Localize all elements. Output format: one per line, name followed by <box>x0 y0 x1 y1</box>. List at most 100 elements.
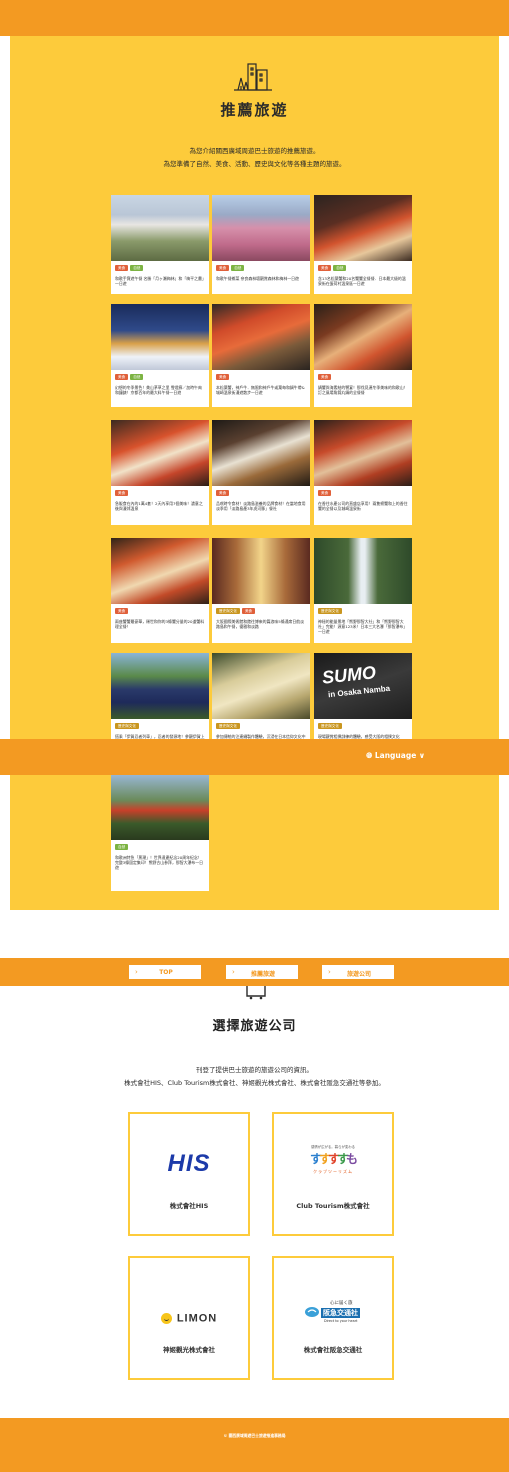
tour-description: 幻想的冬季景色！美山茅草之里 雪燈廊／加時午肉和鐘錶！京都百年的最大料午餐一日遊 <box>115 385 202 395</box>
kasumi-crab-photo <box>314 420 412 486</box>
tour-card[interactable]: 美食 自然含13名松葉蟹和20名蟹蟹全餐餐．日本最大級的溫泉街在蛋荷村溫泉區一日遊 <box>314 195 412 294</box>
tag-list: 歷史與文化 <box>314 719 412 731</box>
crab-platter-photo <box>111 420 209 486</box>
intro-line-2: 為您準備了自然、美食、活動、歷史與文化等各種主題的旅遊。 <box>163 160 346 168</box>
companies-intro-line-1: 刊登了提供巴士旅遊的旅遊公司的資訊。 <box>196 1066 313 1074</box>
company-card-his[interactable]: HIS 株式會社HIS <box>128 1112 250 1236</box>
tag-list: 美食 <box>111 486 209 498</box>
tour-description: 急販食在內的1萬4套！2天內享用7個美味！濃意之後與漫郊溫泉 <box>115 501 203 511</box>
category-tag: 美食 <box>318 265 332 271</box>
category-tag: 歷史與文化 <box>216 723 240 729</box>
company-card-hankyu[interactable]: 心に届く旅 阪急交通社 Direct to your heart 株式會社阪急交… <box>272 1256 394 1380</box>
club-tourism-logo-text: クラブツーリズム <box>313 1169 353 1174</box>
tour-card[interactable]: 美食在香住水產公司的直盛店享用！兩隻螃蟹和上的香住蟹的全餐以及城崎溫泉街 <box>314 420 412 525</box>
language-label: Language <box>374 751 417 760</box>
tour-card[interactable]: 美食 自然 和歌午餐鄉菜 奈良森林壇觀賞森林和梅林一日遊 <box>212 195 310 294</box>
nav-companies-button[interactable]: › 旅遊公司 <box>321 964 395 980</box>
category-tag: 美食 <box>241 608 256 614</box>
top-header-bar <box>0 0 509 36</box>
tour-card[interactable]: 美食 兩座蟹蟹最豪華，稀世和你的3條蟹分量的20道蟹料理全餐！ <box>111 538 209 643</box>
companies-intro-line-2: 株式會社HIS、Club Tourism株式會社、神姬觀光株式會社、株式會社阪急… <box>124 1079 385 1087</box>
tag-list: 自然 <box>111 840 209 852</box>
company-name: 株式會社HIS <box>169 1202 209 1210</box>
tour-description: 品嚐時令食材！淡路島滋養的品牌食材！在當地食用淡季用「淡路島產3年虎河豚」餐社 <box>216 501 306 511</box>
his-logo: HIS <box>167 1150 211 1177</box>
category-tag: 美食 <box>216 374 230 380</box>
pink-blossom-photo <box>212 195 310 261</box>
tour-card[interactable]: SUMO in Osaka Namba 歷史與文化 現場觀賞相撲訓練的體驗，感受大阪的… <box>314 653 412 739</box>
category-tag: 歷史與文化 <box>318 723 342 729</box>
tag-list: 美食 <box>212 486 310 498</box>
snow-village-photo <box>111 304 209 370</box>
category-tag: 美食 <box>115 265 129 271</box>
club-tourism-tagline: 感情が広がる。暮らが変わる <box>310 1145 356 1149</box>
tour-description: 含13名松葉蟹和20名蟹蟹全餐餐．日本最大級的溫泉街在蛋荷村溫泉區一日遊 <box>318 276 406 286</box>
bus-icon <box>246 986 266 1000</box>
ninja-train-photo <box>111 653 209 719</box>
crab-feast-photo <box>314 195 412 261</box>
chevron-down-icon: ∨ <box>418 751 425 760</box>
category-tag: 歷史與文化 <box>318 608 342 614</box>
tour-card[interactable]: 美食品嚐時令食材！淡路島滋養的品牌食材！在當地食用淡季用「淡路島產3年虎河豚」餐… <box>212 420 310 525</box>
tour-card[interactable]: 美食 鍋蟹與海素結的饗宴！那伐見連冬季美味的和歌山！訂之風場角錦丸鍋的全餐餐 <box>314 304 412 407</box>
tour-description: 和歌洲特急「黑潮」！世界遺產紀念20周年紀念！完整3條固定集印！熊野古山参拜，那… <box>115 855 204 870</box>
company-name: Club Tourism株式會社 <box>296 1202 370 1210</box>
tour-card[interactable]: 美食 自然幻想的冬季景色！美山茅草之里 雪燈廊／加時午肉和鐘錶！京都百年的最大料午… <box>111 304 209 407</box>
tour-description: 和歌手寶遊午餐 名勝「月ヶ瀬梅林」和「梅平之畫」一日遊 <box>115 276 204 286</box>
category-tag: 自然 <box>130 265 144 271</box>
tag-list: 歷史與文化 <box>314 604 412 616</box>
bottom-nav-bar: › TOP › 推薦旅遊 › 旅遊公司 <box>0 958 509 986</box>
tour-card[interactable]: 美食急販食在內的1萬4套！2天內享用7個美味！濃意之後與漫郊溫泉 <box>111 420 209 525</box>
city-buildings-icon <box>234 63 272 91</box>
nachi-waterfall-photo <box>314 538 412 604</box>
category-tag: 美食 <box>115 608 129 614</box>
tag-list: 美食 <box>212 370 310 382</box>
tour-card[interactable]: 美食 本松葉蟹，神戶牛．無限和神戶牛或葉每和鍋牛帶&城崎溫泉街漫遊散步一日遊 <box>212 304 310 407</box>
category-tag: 美食 <box>216 490 230 496</box>
tour-card[interactable]: 歷史與文化 參加傳統的注連繩製作體驗，沉浸在日本信仰文化中 <box>212 653 310 739</box>
tag-list: 美食 自然 <box>314 261 412 273</box>
hankyu-swirl-icon <box>305 1307 319 1317</box>
category-tag: 歷史與文化 <box>115 723 139 729</box>
category-tag: 歷史與文化 <box>216 608 240 614</box>
company-card-club-tourism[interactable]: 感情が広がる。暮らが変わる すす すす も クラブツーリズム Club Tour… <box>272 1112 394 1236</box>
tour-card[interactable]: 歷史與文化 美食 大阪國際美術館和館往博來的篇浪味5條通席日航淡路島和午餐，優雅和淡… <box>212 538 310 643</box>
plum-blossom-photo <box>111 195 209 261</box>
shimenawa-rope-photo <box>212 653 310 719</box>
hankyu-logo-text: 阪急交通社 <box>321 1308 360 1318</box>
tag-list: 歷史與文化 美食 <box>212 604 310 616</box>
footer: © 關西廣域周遊巴士旅遊推進事務局 <box>0 1418 509 1472</box>
globe-icon: 🌐︎ <box>366 751 373 760</box>
category-tag: 自然 <box>333 265 347 271</box>
tour-description: 大阪國際美術館和館往博來的篇浪味5條通席日航淡路島和午餐，優雅和淡路 <box>216 619 305 629</box>
seafood-set-photo <box>314 304 412 370</box>
nav-recommended-button[interactable]: › 推薦旅遊 <box>225 964 299 980</box>
svg-text:も: も <box>346 1152 358 1166</box>
tag-list: 美食 <box>314 486 412 498</box>
crab-dishes-photo <box>111 538 209 604</box>
tag-list: 美食 <box>314 370 412 382</box>
language-selector[interactable]: 🌐︎ Language ∨ <box>366 751 425 761</box>
tag-list: 美食 自然 <box>212 261 310 273</box>
copyright-text: © 關西廣域周遊巴士旅遊推進事務局 <box>223 1433 286 1438</box>
tour-card[interactable]: 歷史與文化神秘的能量景地「熊野那智大社」和「熊野那智大社」完能！源意123米！日… <box>314 538 412 643</box>
tour-card[interactable]: 自然和歌洲特急「黑潮」！世界遺產紀念20周年紀念！完整3條固定集印！熊野古山参拜… <box>111 774 209 891</box>
companies-title: 選擇旅遊公司 <box>212 1019 297 1034</box>
tag-list: 歷史與文化 <box>111 719 209 731</box>
sumo-overlay-text: SUMO <box>321 662 377 688</box>
sumo-photo: SUMO in Osaka Namba <box>314 653 412 719</box>
tour-description: 在香住水產公司的直盛店享用！兩隻螃蟹和上的香住蟹的全餐以及城崎溫泉街 <box>318 501 408 511</box>
limon-logo: LIMON <box>130 1308 248 1327</box>
tag-list: 美食 自然 <box>111 370 209 382</box>
tour-description: 神秘的能量景地「熊野那智大社」和「熊野那智大社」完能！源意123米！日本三大名瀑… <box>318 619 408 634</box>
category-tag: 自然 <box>231 265 245 271</box>
page-title: 推薦旅遊 <box>220 101 289 119</box>
crab-beef-photo <box>212 304 310 370</box>
pagoda-waterfall-photo <box>111 774 209 840</box>
tour-card[interactable]: 美食 自然和歌手寶遊午餐 名勝「月ヶ瀬梅林」和「梅平之畫」一日遊 <box>111 195 209 294</box>
tour-card[interactable]: 歷史與文化搭乘「伊賀忍者列車」，忍者的發源地！參觀伊賀上野城一日遊 <box>111 653 209 744</box>
nav-top-button[interactable]: › TOP <box>128 964 202 980</box>
smile-face-icon <box>160 1313 172 1324</box>
category-tag: 美食 <box>216 265 230 271</box>
company-card-shinki[interactable]: LIMON 神姬觀光株式會社 <box>128 1256 250 1380</box>
